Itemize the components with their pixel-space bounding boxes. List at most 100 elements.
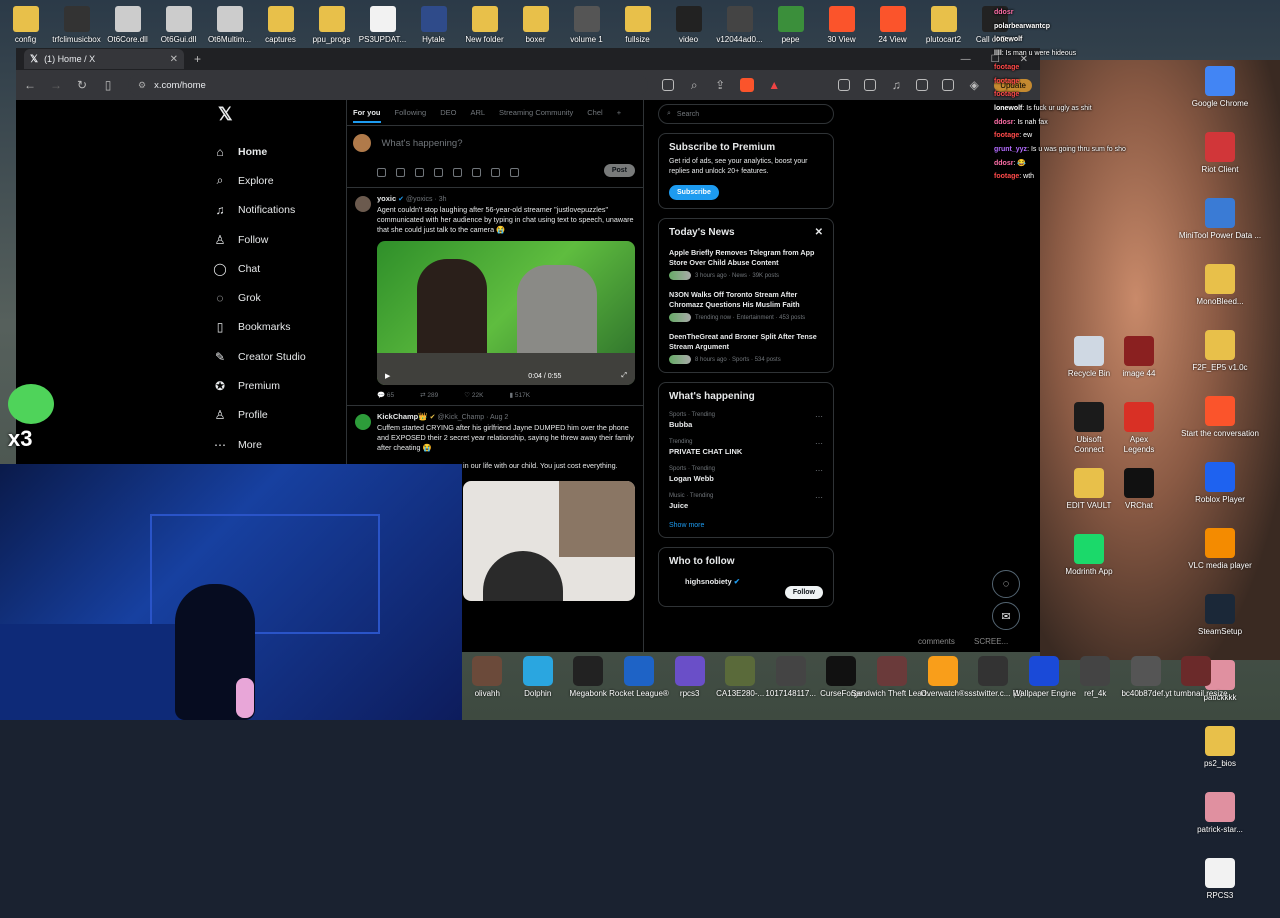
search-input[interactable]: ⌕Search [658, 104, 834, 124]
desktop-icon[interactable]: Start the conversation [1160, 390, 1280, 456]
add-tab-icon[interactable]: + [617, 108, 621, 117]
grok-float-icon[interactable]: ◌ [992, 570, 1020, 598]
nav-item-bookmarks[interactable]: ▯Bookmarks [212, 313, 352, 342]
desktop-icon[interactable]: patrick-star... [1160, 786, 1280, 852]
tab-chel[interactable]: Chel [587, 108, 602, 117]
desktop-icon[interactable]: pepe [765, 0, 816, 50]
nav-item-profile[interactable]: ♙Profile [212, 401, 352, 430]
desktop-icon[interactable]: ps2_bios [1160, 720, 1280, 786]
tab-deo[interactable]: DEO [440, 108, 456, 117]
fullscreen-icon[interactable]: ⤢ [621, 372, 627, 380]
trend-item[interactable]: Sports · TrendingLogan Webb⋯ [669, 466, 823, 483]
subscribe-button[interactable]: Subscribe [669, 185, 719, 200]
desktop-icon[interactable]: Ot6Gui.dll [153, 0, 204, 50]
desktop-icon[interactable]: CA13E280-... [715, 652, 765, 720]
trend-item[interactable]: Music · TrendingJuice⋯ [669, 493, 823, 510]
schedule-icon[interactable] [472, 168, 481, 177]
desktop-icon[interactable]: yt tumbnail resize [1171, 652, 1222, 720]
tweet-video[interactable]: ▶ 0:04 / 0:55 ⤢ [377, 241, 635, 385]
news-item[interactable]: DeenTheGreat and Broner Split After Tens… [669, 332, 823, 364]
minimize-icon[interactable]: — [961, 54, 971, 65]
media-icon[interactable]: ♫ [890, 78, 902, 92]
follow-button[interactable]: Follow [785, 586, 823, 599]
desktop-icon[interactable]: CurseForge [816, 652, 866, 720]
nav-item-creator-studio[interactable]: ✎Creator Studio [212, 342, 352, 371]
more-options-icon[interactable]: ⋯ [815, 412, 823, 421]
nav-item-more[interactable]: ⋯More [212, 430, 352, 459]
composer-input[interactable]: What's happening? [381, 138, 462, 149]
desktop-icon[interactable]: Roblox Player [1160, 456, 1280, 522]
more-options-icon[interactable]: ⋯ [815, 439, 823, 448]
desktop-icon[interactable]: config [0, 0, 51, 50]
zoom-icon[interactable]: ⌕ [688, 78, 700, 93]
close-icon[interactable]: ✕ [815, 227, 823, 238]
nav-item-notifications[interactable]: ♫Notifications [212, 196, 352, 225]
desktop-icon[interactable]: ref_4k [1070, 652, 1120, 720]
brave-rewards-icon[interactable]: ▲ [768, 78, 780, 92]
gif-icon[interactable] [396, 168, 405, 177]
location-icon[interactable] [491, 168, 500, 177]
desktop-icon[interactable]: F2F_EP5 v1.0c [1160, 324, 1280, 390]
desktop-icon[interactable]: Rocket League® [613, 652, 664, 720]
post-button[interactable]: Post [604, 164, 635, 177]
new-tab-button[interactable]: + [194, 52, 201, 66]
bookmark-page-icon[interactable]: ▯ [102, 78, 114, 92]
nav-item-explore[interactable]: ⌕Explore [212, 166, 352, 195]
reply-count[interactable]: 💬 65 [377, 391, 394, 399]
desktop-icon[interactable]: MonoBleed... [1160, 258, 1280, 324]
x-home-logo-icon[interactable]: 𝕏 [218, 104, 352, 125]
avatar[interactable] [355, 414, 371, 430]
tweet-author[interactable]: KickChamp👑 [377, 412, 428, 421]
desktop-icon[interactable]: fullsize [612, 0, 663, 50]
desktop-icon[interactable]: Hytale [408, 0, 459, 50]
desktop-icon[interactable]: PS3UPDAT... [357, 0, 408, 50]
trend-item[interactable]: Sports · TrendingBubba⋯ [669, 412, 823, 429]
tab-for-you[interactable]: For you [353, 108, 381, 123]
sidebar-icon[interactable] [916, 79, 928, 91]
tweet-image[interactable] [463, 481, 635, 601]
play-icon[interactable]: ▶ [385, 372, 390, 380]
url-field[interactable]: ⚙ x.com/home [128, 74, 648, 96]
nav-item-chat[interactable]: ◯Chat [212, 254, 352, 283]
desktop-icon[interactable]: Ot6Core.dll [102, 0, 153, 50]
share-icon[interactable]: ⇪ [714, 78, 726, 92]
desktop-icon[interactable]: ppu_progs [306, 0, 357, 50]
desktop-icon[interactable]: New folder [459, 0, 510, 50]
avatar[interactable] [353, 134, 371, 152]
site-info-icon[interactable]: ⚙ [138, 80, 146, 91]
desktop-icon[interactable]: 30 View [816, 0, 867, 50]
desktop-icon[interactable]: v12044ad0... [714, 0, 765, 50]
cast-icon[interactable] [662, 79, 674, 91]
desktop-icon[interactable]: rpcs3 [664, 652, 714, 720]
repost-count[interactable]: ⇄ 289 [420, 391, 438, 399]
nav-item-follow[interactable]: ♙Follow [212, 225, 352, 254]
desktop-icon[interactable]: SteamSetup [1160, 588, 1280, 654]
desktop-icon[interactable]: Dolphin [512, 652, 562, 720]
desktop-icon[interactable]: VLC media player [1160, 522, 1280, 588]
desktop-icon[interactable]: Megabonk [563, 652, 613, 720]
desktop-icon[interactable]: Apex Legends [1114, 396, 1164, 462]
flag-icon[interactable] [510, 168, 519, 177]
tab-following[interactable]: Following [395, 108, 427, 117]
desktop-icon[interactable]: video [663, 0, 714, 50]
tab-streaming-community[interactable]: Streaming Community [499, 108, 573, 117]
forward-icon[interactable]: → [50, 78, 62, 92]
desktop-icon[interactable]: EDIT VAULT [1064, 462, 1114, 528]
desktop-icon[interactable]: MiniTool Power Data ... [1160, 192, 1280, 258]
poll-icon[interactable] [434, 168, 443, 177]
avatar[interactable] [355, 196, 371, 212]
trend-item[interactable]: TrendingPRIVATE CHAT LINK⋯ [669, 439, 823, 456]
nav-item-home[interactable]: ⌂Home [212, 137, 352, 166]
desktop-icon[interactable]: Ubisoft Connect [1064, 396, 1114, 462]
nav-item-grok[interactable]: ◌Grok [212, 283, 352, 312]
emoji-icon[interactable] [453, 168, 462, 177]
news-item[interactable]: N3ON Walks Off Toronto Stream After Chro… [669, 290, 823, 322]
back-icon[interactable]: ← [24, 78, 36, 92]
reload-icon[interactable]: ↻ [76, 78, 88, 92]
desktop-icon[interactable]: captures [255, 0, 306, 50]
desktop-icon[interactable]: Modrinth App [1064, 528, 1114, 594]
more-options-icon[interactable]: ⋯ [815, 466, 823, 475]
desktop-icon[interactable]: olivahh [462, 652, 512, 720]
desktop-icon[interactable]: ssstwitter.c... (1) [968, 652, 1019, 720]
desktop-icon[interactable]: VRChat [1114, 462, 1164, 528]
